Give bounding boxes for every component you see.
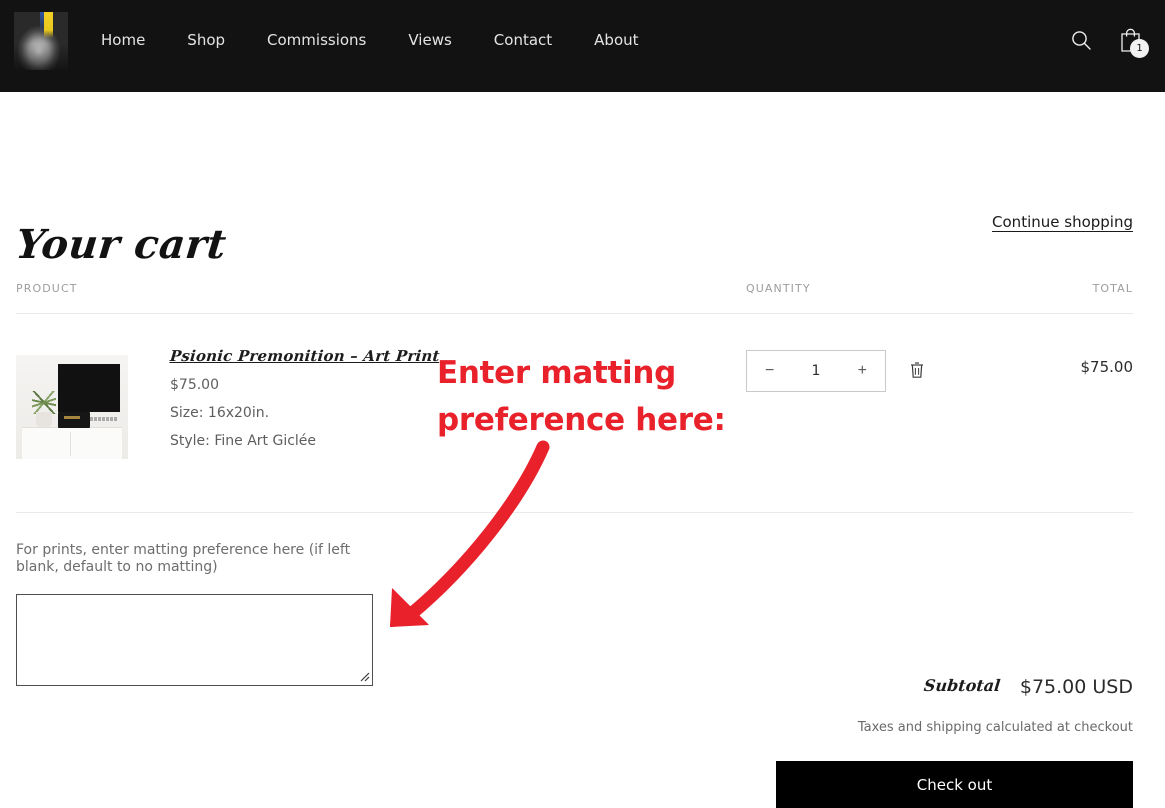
- product-price: $75.00: [170, 375, 219, 395]
- divider-bottom: [16, 512, 1133, 513]
- thumbnail-picture-frame: [58, 364, 120, 412]
- trash-icon: [908, 360, 926, 380]
- quantity-decrement-button[interactable]: −: [763, 363, 776, 379]
- search-icon: [1070, 29, 1092, 51]
- logo-yellow-streak: [44, 12, 53, 38]
- product-option-size: Size: 16x20in.: [170, 403, 269, 423]
- product-title-link[interactable]: Psionic Premonition – Art Print: [169, 347, 440, 365]
- nav-item-contact[interactable]: Contact: [494, 30, 552, 50]
- search-button[interactable]: [1070, 29, 1092, 51]
- nav-item-commissions[interactable]: Commissions: [267, 30, 366, 50]
- site-header: Home Shop Commissions Views Contact Abou…: [0, 0, 1165, 92]
- line-item-total: $75.00: [1081, 358, 1134, 376]
- thumbnail-credenza: [22, 427, 122, 459]
- matting-note-label: For prints, enter matting preference her…: [16, 542, 374, 576]
- quantity-increment-button[interactable]: +: [856, 363, 869, 379]
- product-thumbnail[interactable]: [16, 355, 128, 459]
- main-navigation: Home Shop Commissions Views Contact Abou…: [101, 30, 639, 50]
- column-header-total: TOTAL: [1093, 282, 1133, 295]
- thumbnail-plant-leaves: [32, 391, 56, 414]
- tax-shipping-note: Taxes and shipping calculated at checkou…: [858, 720, 1133, 735]
- column-header-quantity: QUANTITY: [746, 282, 811, 295]
- divider-top: [16, 313, 1133, 314]
- remove-item-button[interactable]: [908, 360, 926, 380]
- header-actions: 1: [1070, 26, 1143, 53]
- site-logo[interactable]: [14, 12, 68, 70]
- nav-item-about[interactable]: About: [594, 30, 638, 50]
- nav-item-home[interactable]: Home: [101, 30, 145, 50]
- subtotal-value: $75.00 USD: [1020, 676, 1133, 698]
- cart-page: Your cart Continue shopping PRODUCT QUAN…: [0, 92, 1165, 736]
- page-title: Your cart: [14, 223, 229, 267]
- product-option-style: Style: Fine Art Giclée: [170, 431, 316, 451]
- cart-count-badge: 1: [1130, 39, 1149, 58]
- matting-note-input[interactable]: [16, 594, 373, 686]
- thumbnail-speaker: [58, 412, 90, 428]
- nav-item-views[interactable]: Views: [408, 30, 451, 50]
- continue-shopping-link[interactable]: Continue shopping: [992, 213, 1133, 231]
- cart-button[interactable]: 1: [1118, 26, 1143, 53]
- nav-item-shop[interactable]: Shop: [187, 30, 225, 50]
- subtotal-label: Subtotal: [923, 676, 1001, 695]
- thumbnail-plant-pot: [36, 412, 52, 427]
- quantity-value[interactable]: 1: [812, 363, 821, 379]
- column-header-product: PRODUCT: [16, 282, 78, 295]
- checkout-button[interactable]: Check out: [776, 761, 1133, 808]
- quantity-stepper: − 1 +: [746, 350, 886, 392]
